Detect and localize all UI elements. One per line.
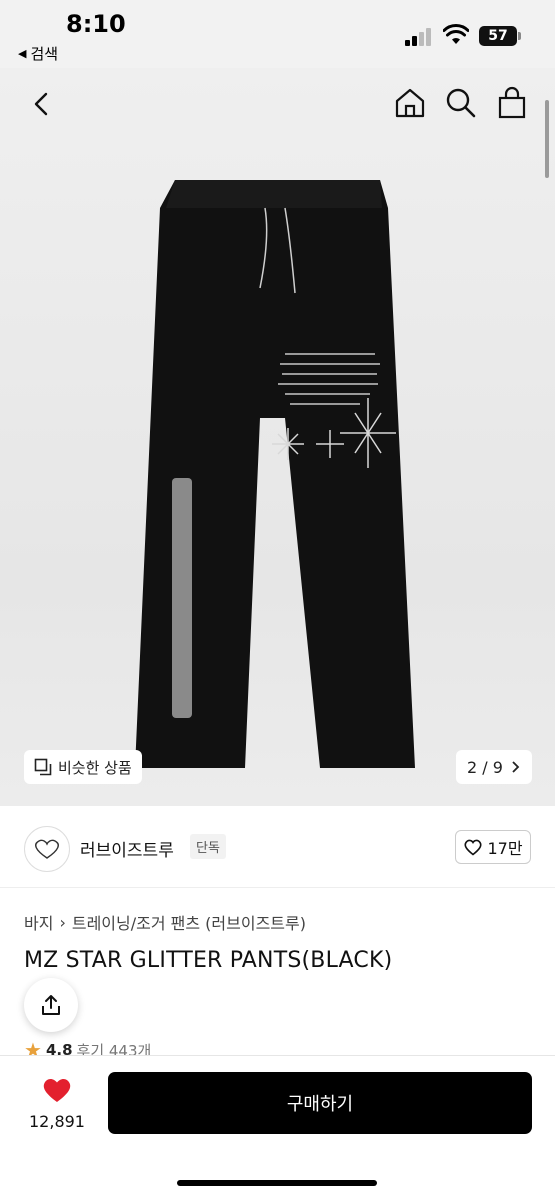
share-button[interactable] (24, 978, 78, 1032)
heart-logo-icon (35, 839, 59, 859)
similar-products-label: 비슷한 상품 (58, 758, 132, 777)
breadcrumb-separator-icon: › (59, 912, 66, 932)
similar-products-button[interactable]: 비슷한 상품 (24, 750, 142, 784)
breadcrumb: 바지 › 트레이닝/조거 팬츠 (러브이즈트루) (24, 910, 306, 934)
heart-outline-icon (464, 839, 482, 856)
heart-filled-icon (43, 1078, 71, 1102)
chevron-right-icon (512, 761, 520, 773)
scrollbar[interactable] (545, 100, 549, 178)
battery-cap (518, 32, 521, 40)
home-indicator (177, 1180, 377, 1186)
brand-logo[interactable] (24, 826, 70, 872)
battery-icon: 57 (479, 26, 517, 46)
status-bar: 8:10 ◀ 검색 57 (0, 0, 555, 68)
back-triangle-icon: ◀ (18, 47, 27, 60)
breadcrumb-category[interactable]: 바지 (24, 910, 53, 934)
exclusive-badge: 단독 (190, 834, 226, 859)
buy-button[interactable]: 구매하기 (108, 1072, 532, 1134)
cellular-signal-icon (405, 28, 433, 46)
home-icon[interactable] (393, 86, 427, 120)
bottom-action-bar: 12,891 구매하기 (0, 1055, 555, 1200)
share-icon (42, 995, 60, 1015)
brand-like-button[interactable]: 17만 (455, 830, 531, 864)
product-image-gallery[interactable]: 비슷한 상품 2 / 9 (0, 68, 555, 806)
page-indicator-text: 2 / 9 (467, 757, 503, 777)
brand-name[interactable]: 러브이즈트루 (80, 836, 174, 861)
back-to-app-link[interactable]: ◀ 검색 (18, 43, 58, 64)
product-title: MZ STAR GLITTER PANTS(BLACK) (24, 948, 393, 973)
similar-products-icon (34, 758, 52, 776)
wishlist-count: 12,891 (29, 1112, 85, 1131)
top-nav (0, 68, 555, 140)
wifi-icon (443, 24, 469, 44)
search-icon[interactable] (444, 86, 478, 120)
image-page-indicator[interactable]: 2 / 9 (456, 750, 532, 784)
chevron-left-icon[interactable] (28, 88, 56, 120)
back-app-label: 검색 (30, 45, 59, 63)
breadcrumb-subcategory[interactable]: 트레이닝/조거 팬츠 (러브이즈트루) (72, 910, 306, 934)
brand-like-count: 17만 (487, 839, 523, 858)
product-image (135, 180, 415, 768)
shopping-bag-icon[interactable] (495, 86, 529, 120)
status-time: 8:10 (66, 10, 126, 38)
brand-row: 러브이즈트루 단독 17만 (0, 820, 555, 888)
wishlist-button[interactable]: 12,891 (22, 1076, 92, 1131)
